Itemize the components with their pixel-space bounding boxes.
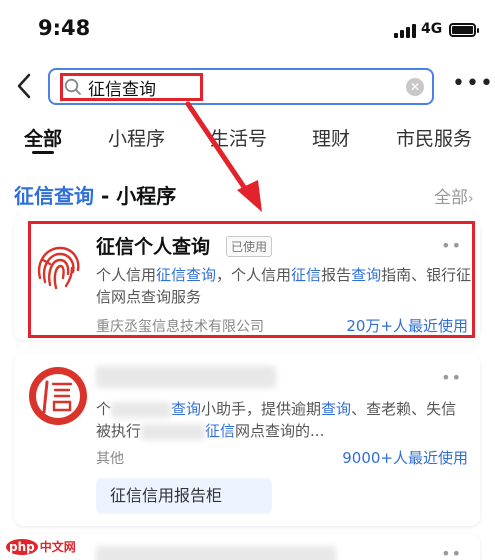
battery-icon bbox=[449, 23, 479, 37]
result-description: 个查询小助手，提供逾期查询、查老赖、失信 被执行 征信网点查询的... bbox=[96, 398, 472, 442]
chevron-right-icon: › bbox=[468, 191, 474, 207]
result-card[interactable]: •• bbox=[14, 534, 480, 560]
chevron-left-icon bbox=[17, 73, 31, 99]
section-title-suffix: - 小程序 bbox=[94, 184, 177, 208]
service-shortcut-label: 征信信用报告柜 bbox=[110, 486, 223, 505]
back-button[interactable] bbox=[10, 70, 38, 102]
desc-text: 个 bbox=[96, 400, 112, 418]
desc-text: 网点查询的... bbox=[235, 422, 325, 440]
section-all-label: 全部 bbox=[434, 188, 468, 208]
desc-text: 、查老赖、失信 bbox=[351, 400, 457, 418]
watermark-part1: php bbox=[6, 539, 38, 555]
blurred-text bbox=[141, 423, 206, 440]
desc-highlight: 查询 bbox=[321, 400, 352, 418]
desc-highlight: 查询 bbox=[171, 400, 202, 418]
service-shortcut-button[interactable]: 征信信用报告柜 bbox=[96, 478, 272, 514]
desc-highlight: 征信 bbox=[205, 422, 236, 440]
clear-icon[interactable]: ✕ bbox=[406, 78, 424, 96]
more-options-icon[interactable]: ••• bbox=[452, 70, 493, 100]
result-company: 其他 bbox=[96, 451, 124, 467]
blurred-title bbox=[96, 546, 336, 560]
result-tabs: 全部 小程序 生活号 理财 市民服务 bbox=[0, 116, 495, 160]
tab-life-accounts[interactable]: 生活号 bbox=[210, 124, 267, 151]
tab-citizen-services[interactable]: 市民服务 bbox=[396, 124, 472, 151]
signal-icon bbox=[394, 24, 416, 38]
watermark-part2: 中文网 bbox=[37, 540, 78, 554]
desc-text: 被执行 bbox=[96, 422, 142, 440]
blurred-title bbox=[96, 366, 276, 388]
section-title-keyword: 征信查询 bbox=[14, 184, 94, 208]
card-more-icon[interactable]: •• bbox=[441, 544, 462, 560]
tab-all[interactable]: 全部 bbox=[24, 124, 62, 151]
credit-logo-icon bbox=[29, 367, 87, 425]
watermark-logo: php 中文网 bbox=[6, 538, 78, 555]
status-time: 9:48 bbox=[38, 16, 91, 40]
tab-mini-programs[interactable]: 小程序 bbox=[108, 124, 165, 151]
active-tab-indicator bbox=[32, 151, 54, 154]
result-user-count: 9000+人最近使用 bbox=[342, 449, 468, 467]
status-bar: 9:48 4G bbox=[0, 0, 495, 58]
result-card[interactable]: •• 个查询小助手，提供逾期查询、查老赖、失信 被执行 征信网点查询的... 其他… bbox=[14, 354, 480, 526]
section-title: 征信查询 - 小程序 bbox=[14, 180, 176, 209]
tab-finance[interactable]: 理财 bbox=[312, 124, 350, 151]
annotation-highlight-card bbox=[28, 221, 475, 338]
desc-text: 小助手，提供逾期 bbox=[201, 400, 322, 418]
network-label: 4G bbox=[421, 21, 443, 37]
section-all-link[interactable]: 全部› bbox=[434, 183, 474, 208]
blurred-text bbox=[111, 401, 172, 418]
card-more-icon[interactable]: •• bbox=[441, 368, 462, 387]
annotation-highlight-search bbox=[60, 73, 203, 101]
